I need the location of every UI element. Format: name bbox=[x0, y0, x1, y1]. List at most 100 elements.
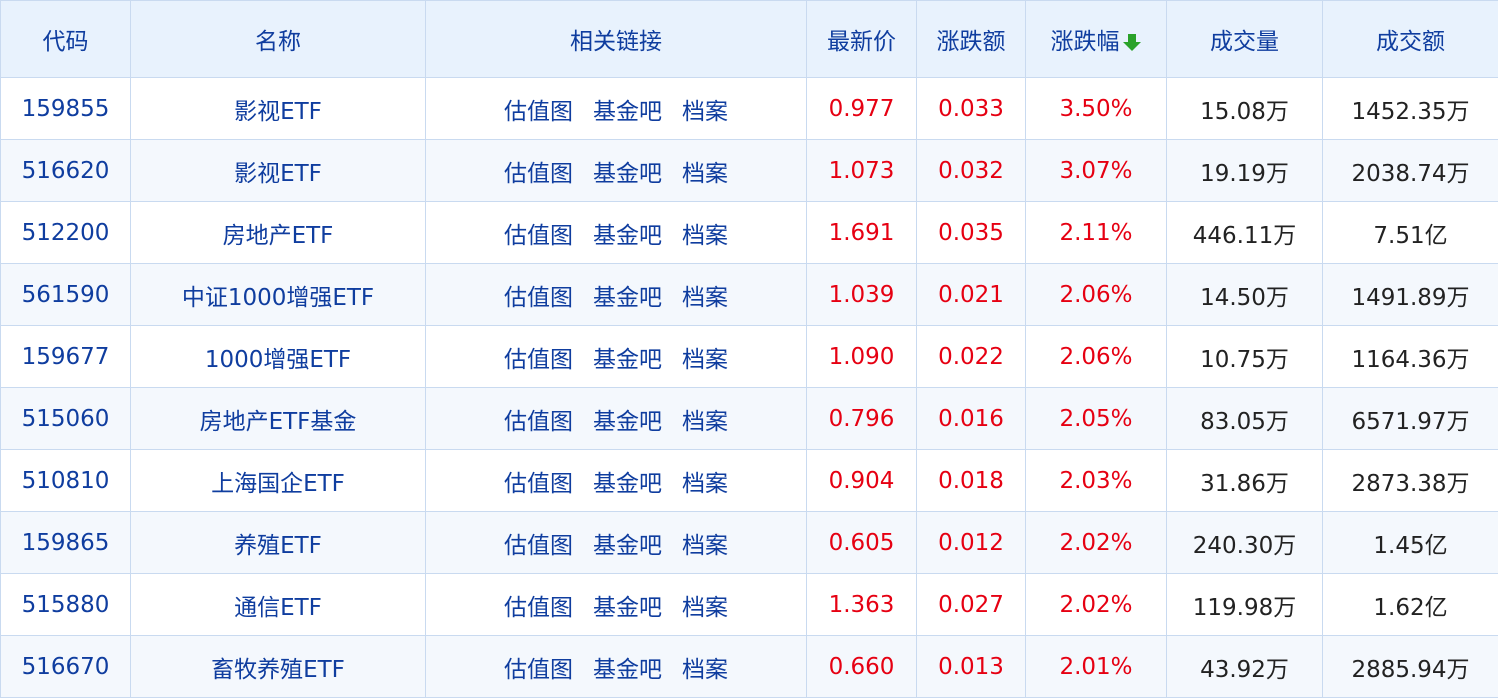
trade-volume: 240.30万 bbox=[1167, 512, 1323, 574]
change-amount: 0.035 bbox=[917, 202, 1026, 264]
fund-forum-link[interactable]: 基金吧 bbox=[593, 285, 662, 311]
change-percent: 2.06% bbox=[1026, 264, 1167, 326]
related-links: 估值图基金吧档案 bbox=[426, 140, 807, 202]
latest-price: 0.904 bbox=[807, 450, 917, 512]
fund-forum-link[interactable]: 基金吧 bbox=[593, 595, 662, 621]
fund-code-link[interactable]: 510810 bbox=[1, 450, 131, 512]
valuation-chart-link[interactable]: 估值图 bbox=[504, 347, 573, 373]
profile-link[interactable]: 档案 bbox=[682, 533, 728, 559]
fund-code-link[interactable]: 512200 bbox=[1, 202, 131, 264]
trade-volume: 446.11万 bbox=[1167, 202, 1323, 264]
profile-link[interactable]: 档案 bbox=[682, 347, 728, 373]
trade-turnover: 1452.35万 bbox=[1323, 78, 1498, 140]
change-amount: 0.027 bbox=[917, 574, 1026, 636]
fund-name-link[interactable]: 1000增强ETF bbox=[131, 326, 426, 388]
fund-name-link[interactable]: 房地产ETF bbox=[131, 202, 426, 264]
header-price[interactable]: 最新价 bbox=[807, 1, 917, 78]
header-change-pct[interactable]: 涨跌幅 bbox=[1026, 1, 1167, 78]
latest-price: 0.977 bbox=[807, 78, 917, 140]
profile-link[interactable]: 档案 bbox=[682, 595, 728, 621]
trade-turnover: 1.62亿 bbox=[1323, 574, 1498, 636]
change-amount: 0.012 bbox=[917, 512, 1026, 574]
change-percent: 3.50% bbox=[1026, 78, 1167, 140]
table-row: 512200房地产ETF估值图基金吧档案1.6910.0352.11%446.1… bbox=[1, 202, 1498, 264]
trade-volume: 43.92万 bbox=[1167, 636, 1323, 698]
header-volume[interactable]: 成交量 bbox=[1167, 1, 1323, 78]
profile-link[interactable]: 档案 bbox=[682, 223, 728, 249]
fund-code-link[interactable]: 516670 bbox=[1, 636, 131, 698]
trade-volume: 15.08万 bbox=[1167, 78, 1323, 140]
fund-name-link[interactable]: 养殖ETF bbox=[131, 512, 426, 574]
profile-link[interactable]: 档案 bbox=[682, 409, 728, 435]
fund-forum-link[interactable]: 基金吧 bbox=[593, 99, 662, 125]
trade-turnover: 2873.38万 bbox=[1323, 450, 1498, 512]
profile-link[interactable]: 档案 bbox=[682, 285, 728, 311]
change-amount: 0.033 bbox=[917, 78, 1026, 140]
fund-forum-link[interactable]: 基金吧 bbox=[593, 161, 662, 187]
fund-name-link[interactable]: 房地产ETF基金 bbox=[131, 388, 426, 450]
fund-code-link[interactable]: 515060 bbox=[1, 388, 131, 450]
related-links: 估值图基金吧档案 bbox=[426, 574, 807, 636]
profile-link[interactable]: 档案 bbox=[682, 99, 728, 125]
trade-turnover: 1491.89万 bbox=[1323, 264, 1498, 326]
header-turnover[interactable]: 成交额 bbox=[1323, 1, 1498, 78]
table-row: 159855影视ETF估值图基金吧档案0.9770.0333.50%15.08万… bbox=[1, 78, 1498, 140]
fund-forum-link[interactable]: 基金吧 bbox=[593, 223, 662, 249]
valuation-chart-link[interactable]: 估值图 bbox=[504, 161, 573, 187]
trade-turnover: 2038.74万 bbox=[1323, 140, 1498, 202]
fund-forum-link[interactable]: 基金吧 bbox=[593, 657, 662, 683]
header-name: 名称 bbox=[131, 1, 426, 78]
fund-name-link[interactable]: 影视ETF bbox=[131, 78, 426, 140]
fund-code-link[interactable]: 516620 bbox=[1, 140, 131, 202]
table-row: 516670畜牧养殖ETF估值图基金吧档案0.6600.0132.01%43.9… bbox=[1, 636, 1498, 698]
fund-name-link[interactable]: 畜牧养殖ETF bbox=[131, 636, 426, 698]
profile-link[interactable]: 档案 bbox=[682, 657, 728, 683]
fund-code-link[interactable]: 515880 bbox=[1, 574, 131, 636]
profile-link[interactable]: 档案 bbox=[682, 471, 728, 497]
table-row: 159865养殖ETF估值图基金吧档案0.6050.0122.02%240.30… bbox=[1, 512, 1498, 574]
fund-code-link[interactable]: 159855 bbox=[1, 78, 131, 140]
trade-turnover: 7.51亿 bbox=[1323, 202, 1498, 264]
change-amount: 0.013 bbox=[917, 636, 1026, 698]
valuation-chart-link[interactable]: 估值图 bbox=[504, 223, 573, 249]
fund-name-link[interactable]: 影视ETF bbox=[131, 140, 426, 202]
trade-volume: 10.75万 bbox=[1167, 326, 1323, 388]
fund-code-link[interactable]: 159865 bbox=[1, 512, 131, 574]
change-percent: 2.05% bbox=[1026, 388, 1167, 450]
valuation-chart-link[interactable]: 估值图 bbox=[504, 99, 573, 125]
arrow-down-icon[interactable] bbox=[1122, 32, 1142, 52]
fund-forum-link[interactable]: 基金吧 bbox=[593, 347, 662, 373]
profile-link[interactable]: 档案 bbox=[682, 161, 728, 187]
related-links: 估值图基金吧档案 bbox=[426, 388, 807, 450]
fund-code-link[interactable]: 561590 bbox=[1, 264, 131, 326]
header-change[interactable]: 涨跌额 bbox=[917, 1, 1026, 78]
valuation-chart-link[interactable]: 估值图 bbox=[504, 471, 573, 497]
valuation-chart-link[interactable]: 估值图 bbox=[504, 657, 573, 683]
fund-forum-link[interactable]: 基金吧 bbox=[593, 471, 662, 497]
fund-name-link[interactable]: 中证1000增强ETF bbox=[131, 264, 426, 326]
valuation-chart-link[interactable]: 估值图 bbox=[504, 595, 573, 621]
change-percent: 2.06% bbox=[1026, 326, 1167, 388]
valuation-chart-link[interactable]: 估值图 bbox=[504, 285, 573, 311]
valuation-chart-link[interactable]: 估值图 bbox=[504, 533, 573, 559]
change-percent: 2.02% bbox=[1026, 574, 1167, 636]
fund-code-link[interactable]: 159677 bbox=[1, 326, 131, 388]
fund-name-link[interactable]: 通信ETF bbox=[131, 574, 426, 636]
trade-turnover: 1164.36万 bbox=[1323, 326, 1498, 388]
change-percent: 2.03% bbox=[1026, 450, 1167, 512]
valuation-chart-link[interactable]: 估值图 bbox=[504, 409, 573, 435]
header-code[interactable]: 代码 bbox=[1, 1, 131, 78]
trade-volume: 19.19万 bbox=[1167, 140, 1323, 202]
fund-forum-link[interactable]: 基金吧 bbox=[593, 409, 662, 435]
trade-turnover: 2885.94万 bbox=[1323, 636, 1498, 698]
related-links: 估值图基金吧档案 bbox=[426, 202, 807, 264]
fund-forum-link[interactable]: 基金吧 bbox=[593, 533, 662, 559]
related-links: 估值图基金吧档案 bbox=[426, 78, 807, 140]
table-row: 1596771000增强ETF估值图基金吧档案1.0900.0222.06%10… bbox=[1, 326, 1498, 388]
trade-turnover: 6571.97万 bbox=[1323, 388, 1498, 450]
related-links: 估值图基金吧档案 bbox=[426, 264, 807, 326]
related-links: 估值图基金吧档案 bbox=[426, 636, 807, 698]
fund-name-link[interactable]: 上海国企ETF bbox=[131, 450, 426, 512]
change-percent: 2.02% bbox=[1026, 512, 1167, 574]
change-amount: 0.016 bbox=[917, 388, 1026, 450]
